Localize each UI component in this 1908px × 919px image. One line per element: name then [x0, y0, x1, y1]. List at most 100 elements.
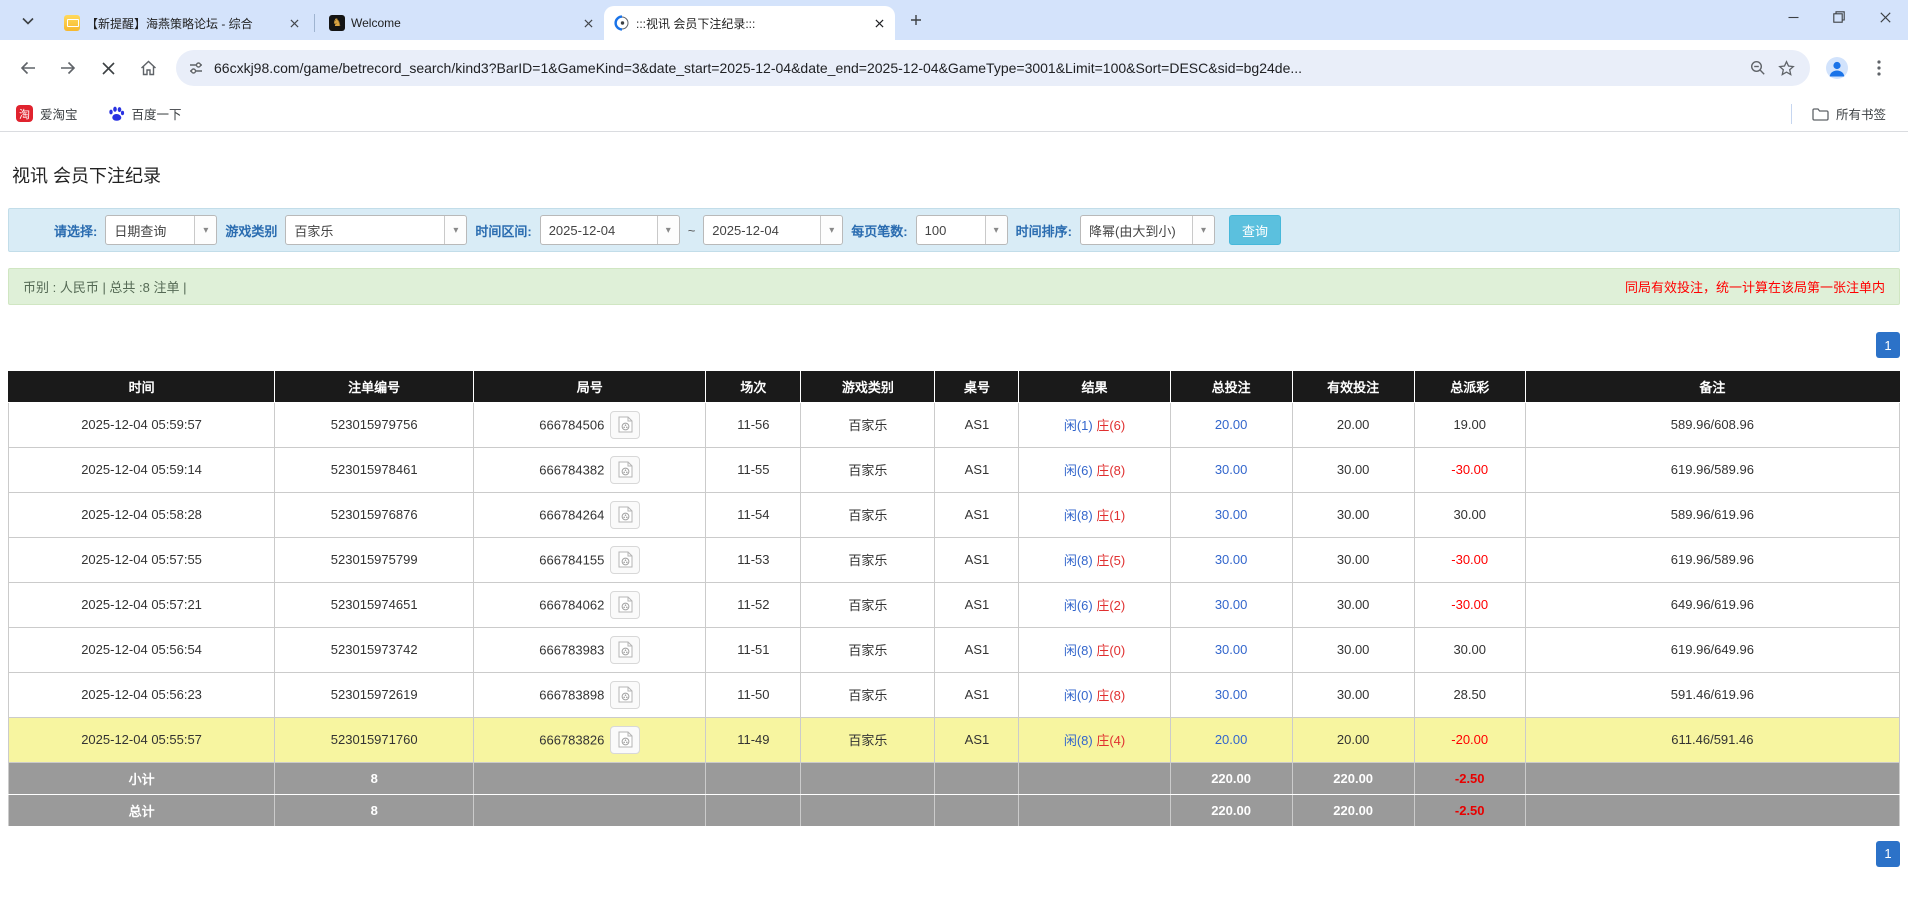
url-bar[interactable]: 66cxkj98.com/game/betrecord_search/kind3…	[176, 50, 1810, 86]
sort-select[interactable]: 降幂(由大到小) ▾	[1079, 215, 1215, 245]
home-button[interactable]	[131, 51, 165, 85]
browser-tab-forum[interactable]: 【新提醒】海燕策略论坛 - 综合	[54, 6, 310, 40]
summary-valid-bet: 220.00	[1291, 761, 1415, 795]
betrecord-favicon-icon	[614, 15, 630, 31]
game-type: 百家乐	[800, 401, 936, 448]
url-text[interactable]: 66cxkj98.com/game/betrecord_search/kind3…	[214, 60, 1744, 76]
video-replay-button[interactable]	[610, 590, 641, 619]
summary-count: 8	[274, 761, 475, 795]
session-number: 11-53	[705, 536, 802, 583]
valid-bet: 30.00	[1291, 446, 1415, 493]
browser-tab-welcome[interactable]: ♞ Welcome	[319, 6, 604, 40]
chevron-down-icon[interactable]: ▾	[820, 216, 843, 244]
total-bet-link[interactable]: 20.00	[1169, 716, 1293, 763]
table-header-row: 时间 注单编号 局号 场次 游戏类别 桌号 结果 总投注 有效投注 总派彩 备注	[7, 371, 1901, 403]
site-settings-icon	[190, 62, 202, 74]
table-number: AS1	[934, 626, 1020, 673]
bookmarks-divider	[1790, 103, 1792, 124]
result-banker: 庄(8)	[1096, 688, 1126, 703]
summary-total-bet: 220.00	[1169, 793, 1293, 827]
table-row: 2025-12-04 05:59:14 523015978461 6667843…	[7, 446, 1901, 493]
round-cell: 666783983	[473, 626, 707, 673]
table-number: AS1	[934, 671, 1020, 718]
restore-button[interactable]	[1816, 0, 1862, 34]
forward-button[interactable]	[51, 51, 85, 85]
table-number: AS1	[934, 491, 1020, 538]
page-size-select[interactable]: 100 ▾	[915, 215, 1008, 245]
summary-row: 总计 8 220.00 220.00 -2.50	[7, 793, 1901, 827]
bet-table-foot: 小计 8 220.00 220.00 -2.50 总计 8 220.00 220…	[7, 761, 1901, 827]
video-replay-button[interactable]	[610, 680, 641, 709]
tab-close-icon[interactable]	[580, 15, 596, 31]
tab-close-icon[interactable]	[871, 15, 887, 31]
tab-search-button[interactable]	[14, 7, 42, 35]
browser-menu-button[interactable]	[1862, 51, 1896, 85]
result-cell: 闲(8) 庄(4)	[1018, 716, 1171, 763]
query-type-select[interactable]: 日期查询 ▾	[105, 215, 218, 245]
game-type: 百家乐	[800, 581, 936, 628]
chevron-down-icon[interactable]: ▾	[1191, 216, 1214, 244]
valid-bet: 20.00	[1291, 716, 1415, 763]
welcome-favicon-icon: ♞	[329, 15, 345, 31]
game-type: 百家乐	[800, 671, 936, 718]
result-banker: 庄(4)	[1096, 733, 1126, 748]
all-bookmarks-button[interactable]: 所有书签	[1808, 101, 1890, 127]
tab-close-icon[interactable]	[286, 15, 302, 31]
currency-total-text: 币别 : 人民币 | 总共 :8 注单 |	[23, 280, 187, 295]
video-replay-button[interactable]	[610, 725, 641, 754]
bookmark-aitaobao[interactable]: 淘 爱淘宝	[12, 101, 82, 127]
total-bet-link[interactable]: 30.00	[1169, 446, 1293, 493]
payout: 30.00	[1413, 491, 1526, 538]
table-row: 2025-12-04 05:56:54 523015973742 6667839…	[7, 626, 1901, 673]
pagination-page-1-bottom[interactable]: 1	[1876, 840, 1900, 867]
video-replay-button[interactable]	[610, 500, 641, 529]
video-replay-button[interactable]	[610, 410, 641, 439]
column-header: 局号	[473, 371, 707, 403]
zoom-out-button[interactable]	[1744, 54, 1772, 82]
order-id: 523015979756	[274, 401, 475, 448]
column-header: 结果	[1018, 371, 1171, 403]
video-replay-button[interactable]	[610, 545, 641, 574]
query-type-label: 请选择:	[54, 223, 98, 239]
chevron-down-icon[interactable]: ▾	[444, 216, 467, 244]
summary-payout: -2.50	[1413, 761, 1526, 795]
result-banker: 庄(6)	[1096, 418, 1126, 433]
profile-avatar[interactable]	[1820, 51, 1854, 85]
chevron-down-icon[interactable]: ▾	[656, 216, 679, 244]
total-bet-link[interactable]: 30.00	[1169, 581, 1293, 628]
total-bet-link[interactable]: 30.00	[1169, 626, 1293, 673]
video-replay-button[interactable]	[610, 455, 641, 484]
pagination-page-1-top[interactable]: 1	[1876, 332, 1900, 358]
game-type-select[interactable]: 百家乐 ▾	[285, 215, 468, 245]
total-bet-link[interactable]: 30.00	[1169, 671, 1293, 718]
minimize-button[interactable]	[1770, 0, 1816, 34]
round-id: 666784506	[539, 417, 605, 432]
remark: 589.96/619.96	[1524, 491, 1901, 538]
bet-time: 2025-12-04 05:58:28	[7, 491, 276, 538]
total-bet-link[interactable]: 20.00	[1169, 401, 1293, 448]
browser-tab-active[interactable]: :::视讯 会员下注纪录:::	[604, 6, 895, 40]
tab-divider	[314, 14, 315, 32]
close-window-button[interactable]	[1862, 0, 1908, 34]
bookmark-label: 百度一下	[131, 108, 182, 122]
back-button[interactable]	[11, 51, 45, 85]
chevron-down-icon[interactable]: ▾	[984, 216, 1007, 244]
table-number: AS1	[934, 716, 1020, 763]
video-replay-button[interactable]	[610, 635, 641, 664]
video-file-icon	[618, 641, 633, 658]
date-end-select[interactable]: 2025-12-04 ▾	[703, 215, 844, 245]
bet-time: 2025-12-04 05:57:55	[7, 536, 276, 583]
stop-button[interactable]	[91, 51, 125, 85]
new-tab-button[interactable]	[903, 7, 929, 33]
bet-table-body: 2025-12-04 05:59:57 523015979756 6667845…	[7, 401, 1901, 763]
bookmark-baidu[interactable]: 百度一下	[104, 101, 186, 127]
total-bet-link[interactable]: 30.00	[1169, 536, 1293, 583]
video-file-icon	[618, 416, 633, 433]
total-bet-link[interactable]: 30.00	[1169, 491, 1293, 538]
chevron-down-icon[interactable]: ▾	[194, 216, 217, 244]
round-cell: 666784382	[473, 446, 707, 493]
search-button[interactable]: 查询	[1228, 215, 1281, 245]
date-start-select[interactable]: 2025-12-04 ▾	[539, 215, 680, 245]
result-player: 闲(8)	[1063, 553, 1093, 568]
bookmark-star-button[interactable]	[1772, 54, 1800, 82]
